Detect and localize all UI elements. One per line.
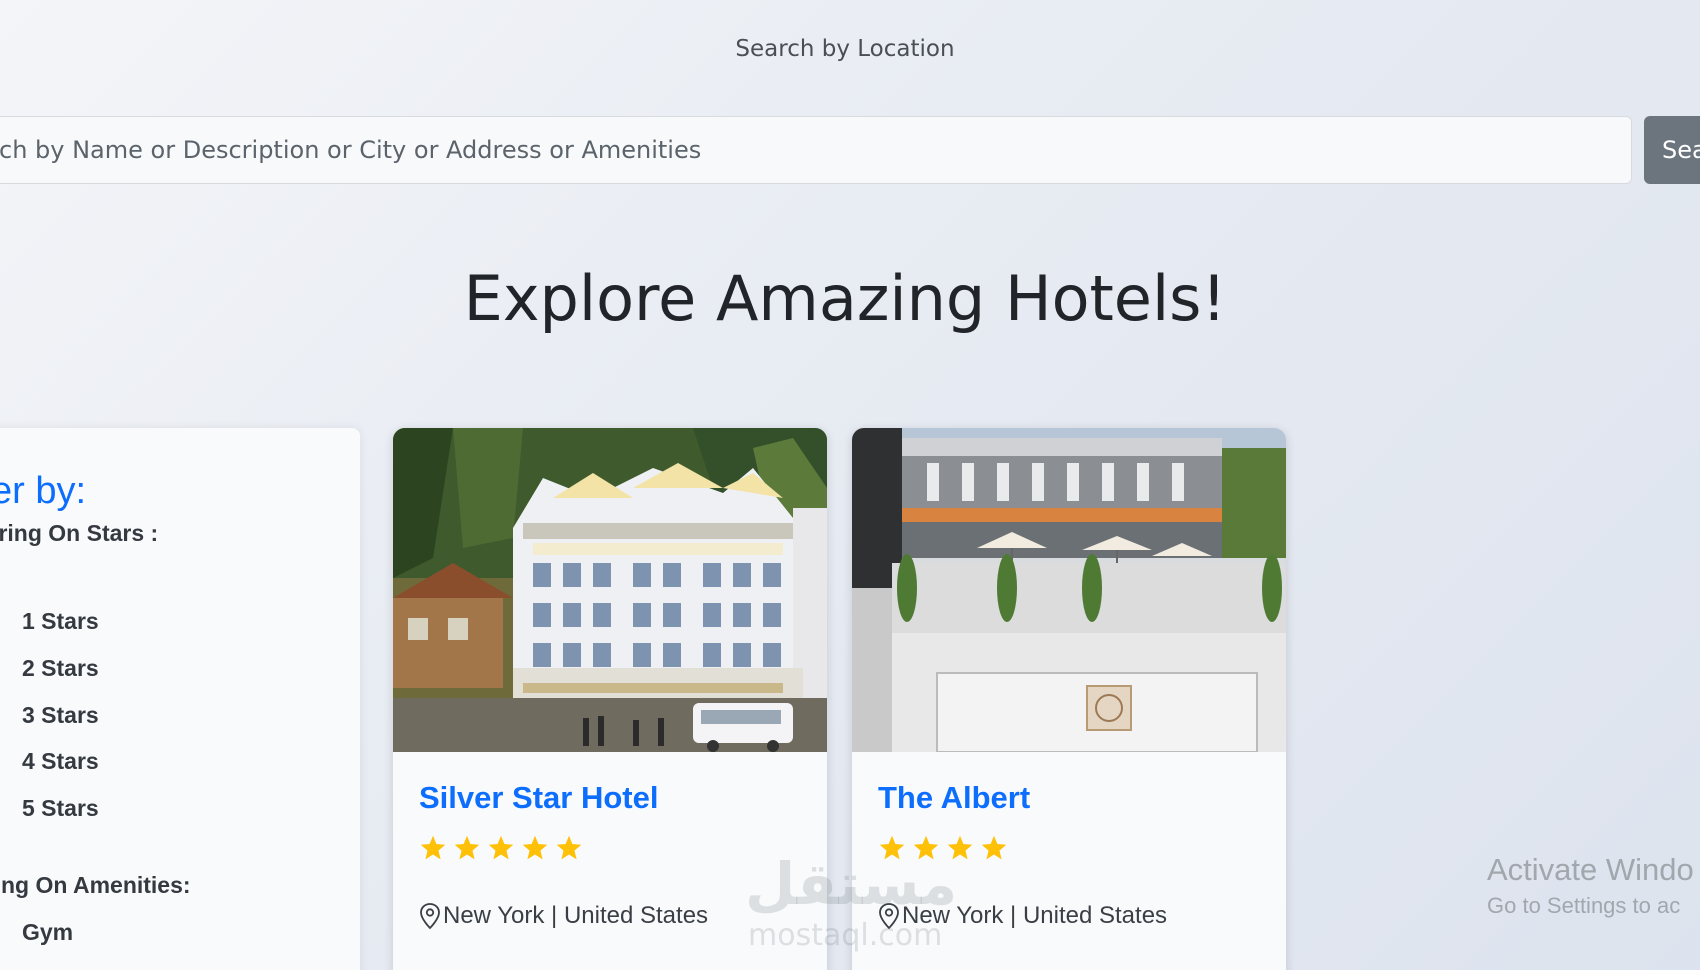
hotel-image[interactable] — [852, 428, 1286, 752]
hotel-name[interactable]: The Albert — [878, 780, 1030, 816]
filter-option-gym[interactable]: Gym — [22, 919, 73, 946]
filter-option-3-stars[interactable]: 3 Stars — [22, 702, 99, 729]
site-logo: مستقل — [745, 850, 958, 918]
search-button[interactable]: Sea — [1644, 116, 1700, 184]
filter-option-2-stars[interactable]: 2 Stars — [22, 655, 99, 682]
star-icon — [522, 835, 548, 860]
hotel-star-rating — [419, 834, 583, 868]
stars-filter-title: tering On Stars : — [0, 520, 159, 546]
star-icon — [454, 835, 480, 860]
hotel-location-text: New York | United States — [443, 902, 709, 929]
site-logo-url: mostaql.com — [748, 918, 943, 953]
star-icon — [981, 835, 1007, 860]
page-title: Explore Amazing Hotels! — [463, 262, 1227, 335]
hotel-image[interactable] — [393, 428, 827, 752]
hotel-location: New York | United States — [419, 900, 708, 932]
page: Search by Location Sea Explore Amazing H… — [0, 0, 1700, 970]
activate-windows-watermark: Activate Windo — [1487, 852, 1694, 887]
search-by-location-label: Search by Location — [735, 36, 955, 62]
star-icon — [488, 835, 514, 860]
filter-option-5-stars[interactable]: 5 Stars — [22, 795, 99, 822]
star-icon — [420, 835, 446, 860]
search-input[interactable] — [0, 116, 1632, 184]
activate-windows-settings-hint: Go to Settings to ac — [1487, 893, 1681, 918]
filter-option-4-stars[interactable]: 4 Stars — [22, 748, 99, 775]
filter-title: lter by: — [0, 470, 87, 512]
amenities-filter-title: tring On Amenities: — [0, 872, 191, 898]
map-pin-icon — [420, 903, 440, 930]
filter-option-1-stars[interactable]: 1 Stars — [22, 608, 99, 635]
star-icon — [556, 835, 582, 860]
hotel-name[interactable]: Silver Star Hotel — [419, 780, 658, 816]
